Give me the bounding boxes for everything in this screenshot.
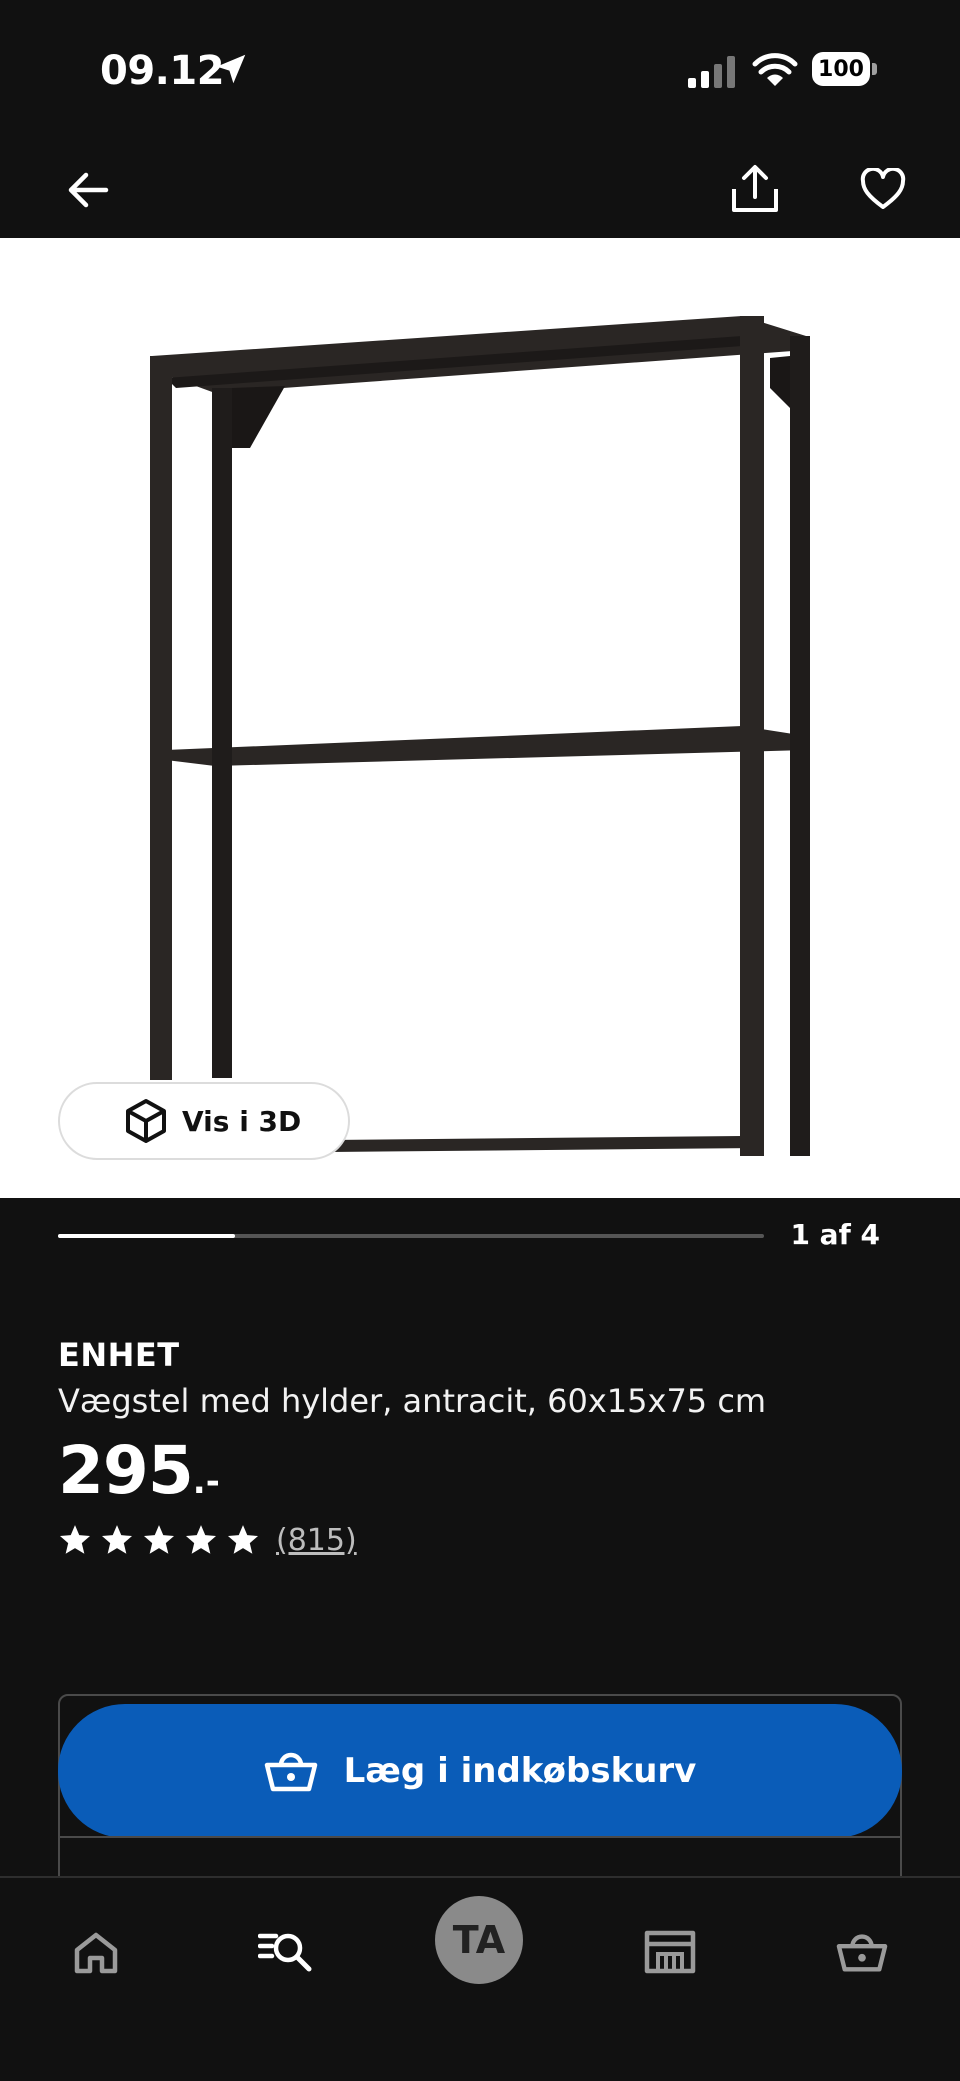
- battery-indicator: 100: [812, 52, 878, 88]
- star-icon: [59, 1525, 91, 1554]
- star-rating: [58, 1523, 268, 1557]
- bottom-tab-bar: TA: [0, 1876, 960, 2081]
- product-price: 295.-: [58, 1432, 220, 1509]
- location-arrow-icon: [216, 54, 246, 84]
- product-image-gallery[interactable]: Vis i 3D: [0, 238, 960, 1198]
- arrow-left-icon: [68, 172, 109, 208]
- search-list-icon: [258, 1933, 312, 1972]
- view-in-3d-button[interactable]: Vis i 3D: [58, 1082, 350, 1160]
- gallery-counter: 1 af 4: [790, 1218, 880, 1251]
- review-count-link[interactable]: (815): [276, 1523, 357, 1558]
- heart-icon: [860, 168, 906, 209]
- price-integer: 295: [58, 1432, 194, 1509]
- star-icon: [143, 1525, 175, 1554]
- home-icon: [74, 1932, 118, 1974]
- star-icon: [101, 1525, 133, 1554]
- tab-home[interactable]: [56, 1912, 136, 1992]
- product-image: [150, 316, 810, 1156]
- tab-basket[interactable]: [822, 1912, 902, 1992]
- tab-search[interactable]: [246, 1912, 326, 1992]
- product-rating[interactable]: (815): [58, 1518, 357, 1562]
- panel-divider: [58, 1836, 902, 1838]
- battery-level: 100: [812, 52, 870, 86]
- add-to-cart-button[interactable]: Læg i indkøbskurv: [58, 1704, 902, 1838]
- view-in-3d-label: Vis i 3D: [182, 1104, 302, 1138]
- status-bar: 09.12 100: [0, 0, 960, 140]
- wifi-icon: [752, 53, 798, 86]
- star-icon: [185, 1525, 217, 1554]
- product-brand: ENHET: [58, 1336, 180, 1374]
- product-description: Vægstel med hylder, antracit, 60x15x75 c…: [58, 1382, 767, 1420]
- basket-icon: [264, 1752, 317, 1792]
- battery-cap: [872, 63, 877, 75]
- price-suffix: .-: [192, 1462, 220, 1502]
- share-icon: [732, 165, 778, 212]
- top-nav-bar: [0, 140, 960, 238]
- back-button[interactable]: [58, 160, 118, 220]
- tab-stores[interactable]: [630, 1912, 710, 1992]
- star-icon: [227, 1525, 259, 1554]
- profile-avatar[interactable]: TA: [435, 1896, 523, 1984]
- share-button[interactable]: [722, 156, 788, 222]
- store-icon: [644, 1930, 696, 1974]
- cellular-signal-icon: [688, 56, 735, 88]
- cube-3d-icon: [126, 1099, 166, 1143]
- favorite-button[interactable]: [852, 158, 914, 220]
- add-to-cart-label: Læg i indkøbskurv: [343, 1751, 697, 1791]
- basket-icon: [836, 1934, 888, 1972]
- gallery-progress-track: [58, 1234, 764, 1238]
- clock: 09.12: [100, 48, 225, 94]
- gallery-pagination: 1 af 4: [58, 1218, 880, 1272]
- gallery-progress-fill: [58, 1234, 235, 1238]
